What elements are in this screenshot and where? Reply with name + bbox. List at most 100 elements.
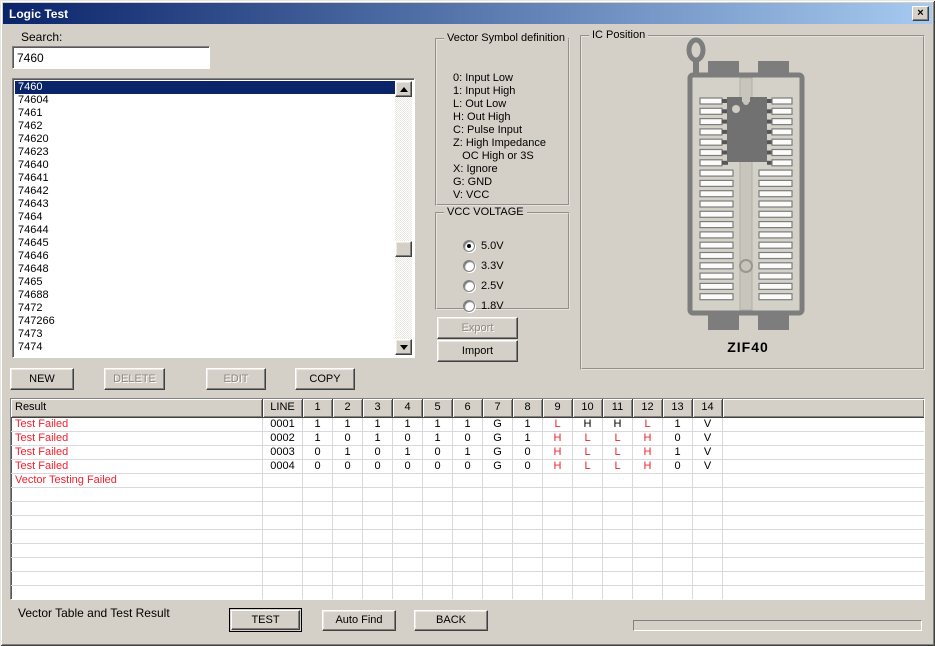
radio-button-icon[interactable] [463,300,475,312]
copy-button[interactable]: COPY [295,368,355,390]
list-item[interactable]: 747266 [15,315,395,328]
vector-cell [693,502,723,516]
vector-cell: H [543,432,573,446]
vector-symbol-line: 1: Input High [453,85,546,98]
table-row[interactable]: Test Failed0002101010G1HLLH0V [11,432,924,446]
column-header[interactable]: 12 [633,399,663,418]
new-button[interactable]: NEW [10,368,74,390]
vector-cell: 1 [513,418,543,432]
column-header[interactable]: 9 [543,399,573,418]
auto-find-button[interactable]: Auto Find [322,610,396,631]
vcc-option[interactable]: 3.3V [463,256,504,276]
list-scrollbar-track[interactable] [395,81,412,355]
column-header[interactable]: LINE [263,399,303,418]
scrollbar-thumb[interactable] [395,241,412,257]
list-item[interactable]: 74644 [15,224,395,237]
table-row[interactable]: Test Failed0001111111G1LHHL1V [11,418,924,432]
vector-cell [303,530,333,544]
column-header[interactable]: 6 [453,399,483,418]
table-row[interactable] [11,544,924,558]
back-button[interactable]: BACK [414,610,488,631]
filler-cell [723,516,924,530]
table-row[interactable] [11,558,924,572]
list-item[interactable]: 74623 [15,146,395,159]
vector-cell: V [693,418,723,432]
list-item[interactable]: 7474 [15,341,395,354]
list-item[interactable]: 7475 [15,354,395,355]
list-item[interactable]: 74604 [15,94,395,107]
vector-cell: 0 [303,446,333,460]
column-header[interactable]: 4 [393,399,423,418]
down-arrow-icon [400,345,408,350]
radio-button-icon[interactable] [463,280,475,292]
list-item[interactable]: 74646 [15,250,395,263]
table-row[interactable] [11,516,924,530]
filler-cell [723,502,924,516]
vcc-option[interactable]: 5.0V [463,236,504,256]
table-row[interactable] [11,488,924,502]
vcc-option[interactable]: 1.8V [463,296,504,316]
vector-cell [543,530,573,544]
list-item[interactable]: 7465 [15,276,395,289]
import-button[interactable]: Import [437,340,518,362]
table-row[interactable] [11,502,924,516]
line-cell [263,488,303,502]
column-header[interactable]: 5 [423,399,453,418]
column-header[interactable]: 10 [573,399,603,418]
column-header[interactable]: 7 [483,399,513,418]
vcc-option-label: 2.5V [481,280,504,292]
vcc-option-label: 5.0V [481,240,504,252]
table-row[interactable] [11,586,924,600]
line-cell: 0002 [263,432,303,446]
vector-cell [363,558,393,572]
list-item[interactable]: 7464 [15,211,395,224]
vector-cell: 1 [303,432,333,446]
radio-button-icon[interactable] [463,240,475,252]
list-item[interactable]: 7472 [15,302,395,315]
search-input[interactable] [12,46,210,69]
list-item[interactable]: 7473 [15,328,395,341]
vector-cell [573,516,603,530]
list-item[interactable]: 74688 [15,289,395,302]
search-label: Search: [21,30,62,44]
column-header[interactable]: 1 [303,399,333,418]
filler-cell [723,586,924,600]
table-row[interactable]: Test Failed0004000000G0HLLH0V [11,460,924,474]
column-header[interactable]: 13 [663,399,693,418]
list-item[interactable]: 74645 [15,237,395,250]
vector-cell [483,544,513,558]
list-item[interactable]: 7462 [15,120,395,133]
column-header[interactable]: 3 [363,399,393,418]
scroll-down-button[interactable] [395,339,412,355]
radio-button-icon[interactable] [463,260,475,272]
close-button[interactable]: × [912,6,929,21]
vector-cell [483,572,513,586]
list-item[interactable]: 74640 [15,159,395,172]
list-item[interactable]: 74648 [15,263,395,276]
column-header[interactable]: Result [11,399,263,418]
column-header[interactable]: 8 [513,399,543,418]
vector-cell: 1 [423,432,453,446]
table-row[interactable]: Vector Testing Failed [11,474,924,488]
vector-symbol-legend-lines: 0: Input Low1: Input HighL: Out LowH: Ou… [453,72,546,202]
column-header[interactable]: 11 [603,399,633,418]
vector-cell [423,502,453,516]
column-header[interactable]: 14 [693,399,723,418]
column-header[interactable]: 2 [333,399,363,418]
vector-symbol-line: L: Out Low [453,98,546,111]
list-item[interactable]: 7460 [15,81,395,94]
list-item[interactable]: 74620 [15,133,395,146]
list-item[interactable]: 74642 [15,185,395,198]
list-item[interactable]: 74643 [15,198,395,211]
list-item[interactable]: 7461 [15,107,395,120]
vector-cell [573,586,603,600]
table-row[interactable] [11,572,924,586]
list-item[interactable]: 74641 [15,172,395,185]
table-row[interactable] [11,530,924,544]
vector-cell: H [543,460,573,474]
scroll-up-button[interactable] [395,81,412,97]
table-row[interactable]: Test Failed0003010101G0HLLH1V [11,446,924,460]
vcc-option[interactable]: 2.5V [463,276,504,296]
test-button[interactable]: TEST [229,608,302,632]
up-arrow-icon [400,87,408,92]
